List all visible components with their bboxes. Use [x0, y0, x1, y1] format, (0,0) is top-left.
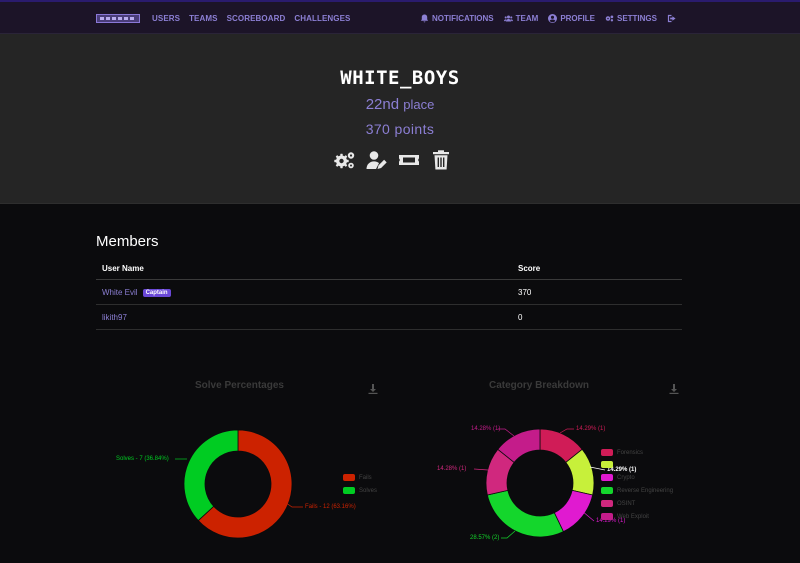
legend-label: OSINT — [617, 500, 636, 507]
legend-label: Crypto — [617, 474, 635, 481]
chart-data-label: 28.57% (2) — [470, 535, 500, 541]
chart-data-label: 14.28% (1) — [437, 466, 467, 472]
leader-line — [581, 510, 595, 522]
pie-slice-reverse-engineering[interactable] — [486, 489, 564, 538]
legend-swatch — [601, 513, 613, 520]
legend-swatch — [601, 487, 613, 494]
legend-item[interactable] — [601, 461, 617, 468]
leader-line — [498, 428, 515, 437]
legend-swatch — [601, 474, 613, 481]
legend-item[interactable]: Forensics — [601, 449, 643, 456]
legend-label: Web Exploit — [617, 513, 649, 520]
chart-data-label: 14.28% (1) — [471, 426, 501, 432]
leader-line — [559, 428, 574, 434]
legend-swatch — [601, 461, 613, 468]
leader-line — [473, 468, 489, 471]
chart-data-label: 14.29% (1) — [576, 426, 606, 432]
legend-item[interactable]: Crypto — [601, 474, 635, 481]
leader-line — [501, 530, 516, 539]
legend-label: Reverse Engineering — [617, 487, 674, 494]
legend-item[interactable]: OSINT — [601, 500, 635, 507]
legend-item[interactable]: Web Exploit — [601, 513, 649, 520]
legend-item[interactable]: Reverse Engineering — [601, 487, 673, 494]
legend-label: Forensics — [617, 449, 644, 456]
legend-swatch — [601, 449, 613, 456]
category-breakdown-chart — [473, 428, 606, 539]
legend-swatch — [601, 500, 613, 507]
